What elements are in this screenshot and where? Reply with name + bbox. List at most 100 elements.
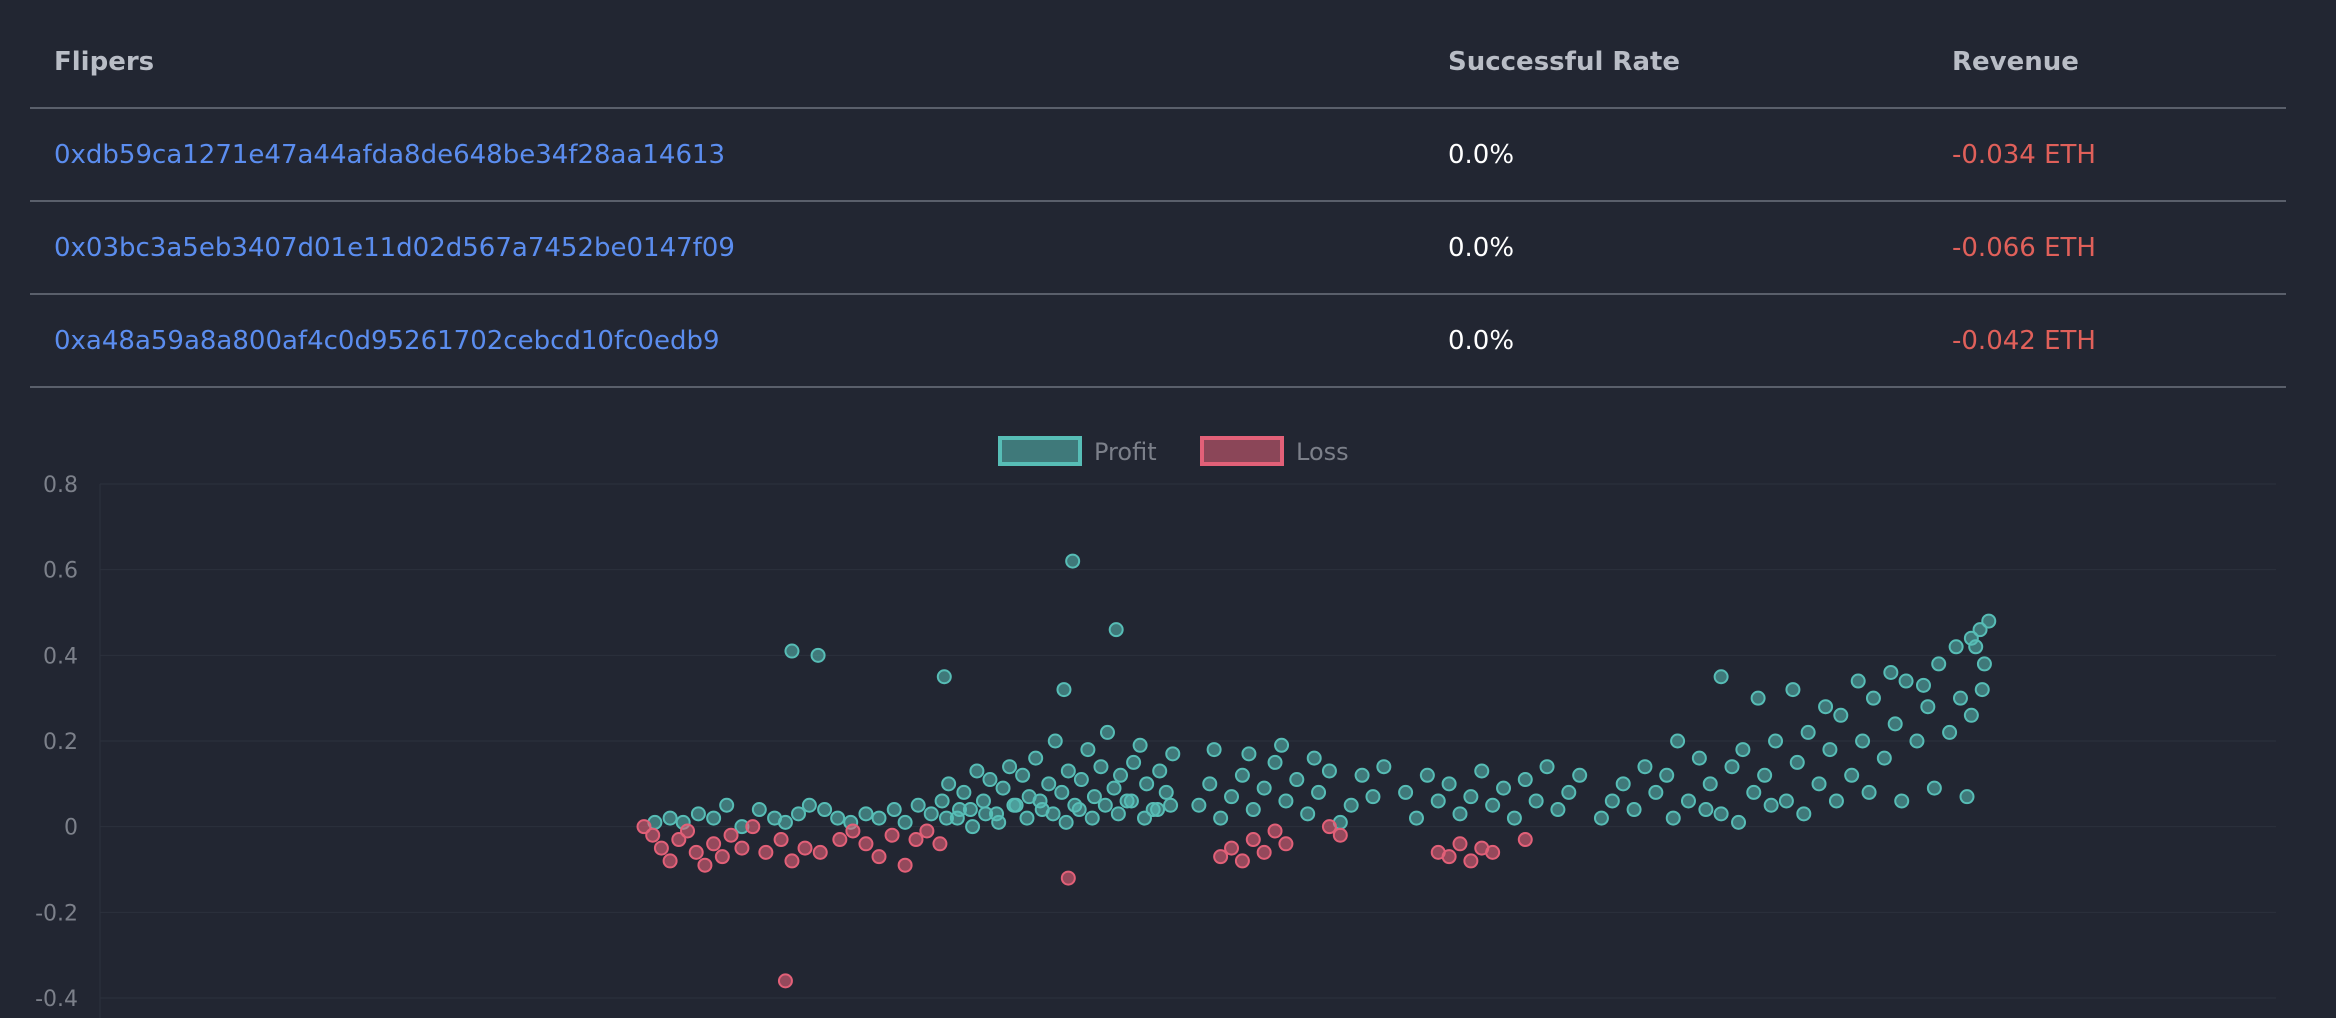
loss-point[interactable]	[1485, 844, 1501, 860]
profit-point[interactable]	[1698, 802, 1714, 818]
loss-point[interactable]	[723, 827, 739, 843]
profit-point[interactable]	[1942, 724, 1958, 740]
profit-point[interactable]	[817, 802, 833, 818]
profit-point[interactable]	[751, 802, 767, 818]
profit-point[interactable]	[886, 802, 902, 818]
loss-point[interactable]	[1234, 853, 1250, 869]
profit-point[interactable]	[1343, 797, 1359, 813]
loss-point[interactable]	[734, 840, 750, 856]
profit-point[interactable]	[1976, 656, 1992, 672]
profit-point[interactable]	[777, 814, 793, 830]
profit-point[interactable]	[1763, 797, 1779, 813]
loss-point[interactable]	[688, 844, 704, 860]
loss-point[interactable]	[932, 836, 948, 852]
profit-point[interactable]	[1376, 759, 1392, 775]
profit-point[interactable]	[1321, 763, 1337, 779]
profit-point[interactable]	[1876, 750, 1892, 766]
profit-point[interactable]	[1073, 772, 1089, 788]
profit-point[interactable]	[1615, 776, 1631, 792]
profit-point[interactable]	[1152, 763, 1168, 779]
profit-point[interactable]	[1485, 797, 1501, 813]
profit-point[interactable]	[1691, 750, 1707, 766]
profit-point[interactable]	[1224, 789, 1240, 805]
profit-point[interactable]	[1818, 699, 1834, 715]
profit-point[interactable]	[936, 669, 952, 685]
profit-point[interactable]	[1071, 802, 1087, 818]
loss-point[interactable]	[1267, 823, 1283, 839]
profit-point[interactable]	[1206, 742, 1222, 758]
profit-point[interactable]	[871, 810, 887, 826]
profit-point[interactable]	[1108, 622, 1124, 638]
profit-point[interactable]	[923, 806, 939, 822]
loss-point[interactable]	[653, 840, 669, 856]
profit-point[interactable]	[1245, 802, 1261, 818]
loss-point[interactable]	[1517, 832, 1533, 848]
profit-point[interactable]	[662, 810, 678, 826]
profit-point[interactable]	[1136, 810, 1152, 826]
profit-point[interactable]	[1833, 707, 1849, 723]
profit-point[interactable]	[1080, 742, 1096, 758]
profit-point[interactable]	[1028, 750, 1044, 766]
loss-point[interactable]	[1278, 836, 1294, 852]
loss-point[interactable]	[1256, 844, 1272, 860]
profit-point[interactable]	[1665, 810, 1681, 826]
profit-point[interactable]	[719, 797, 735, 813]
profit-point[interactable]	[1909, 733, 1925, 749]
loss-point[interactable]	[797, 840, 813, 856]
profit-point[interactable]	[706, 810, 722, 826]
profit-point[interactable]	[1550, 802, 1566, 818]
profit-point[interactable]	[897, 814, 913, 830]
profit-point[interactable]	[1213, 810, 1229, 826]
loss-point[interactable]	[745, 819, 761, 835]
profit-point[interactable]	[982, 772, 998, 788]
loss-point[interactable]	[1441, 849, 1457, 865]
profit-point[interactable]	[1398, 784, 1414, 800]
profit-point[interactable]	[1234, 767, 1250, 783]
profit-point[interactable]	[1735, 742, 1751, 758]
profit-point[interactable]	[1670, 733, 1686, 749]
flipper-address-link[interactable]: 0xdb59ca1271e47a44afda8de648be34f28aa146…	[54, 140, 725, 170]
profit-point[interactable]	[1452, 806, 1468, 822]
profit-point[interactable]	[1861, 784, 1877, 800]
profit-point[interactable]	[1920, 699, 1936, 715]
profit-point[interactable]	[1593, 810, 1609, 826]
profit-point[interactable]	[1202, 776, 1218, 792]
profit-point[interactable]	[1002, 759, 1018, 775]
profit-point[interactable]	[1844, 767, 1860, 783]
loss-point[interactable]	[662, 853, 678, 869]
profit-point[interactable]	[1572, 767, 1588, 783]
profit-point[interactable]	[1959, 789, 1975, 805]
profit-point[interactable]	[1058, 814, 1074, 830]
profit-point[interactable]	[1047, 733, 1063, 749]
profit-point[interactable]	[941, 776, 957, 792]
profit-point[interactable]	[1528, 793, 1544, 809]
profit-point[interactable]	[830, 810, 846, 826]
profit-point[interactable]	[1778, 793, 1794, 809]
profit-point[interactable]	[1604, 793, 1620, 809]
loss-point[interactable]	[1224, 840, 1240, 856]
profit-point[interactable]	[991, 814, 1007, 830]
loss-point[interactable]	[758, 844, 774, 860]
profit-point[interactable]	[1898, 673, 1914, 689]
profit-point[interactable]	[1887, 716, 1903, 732]
loss-point[interactable]	[697, 857, 713, 873]
profit-point[interactable]	[1267, 754, 1283, 770]
loss-point[interactable]	[706, 836, 722, 852]
loss-point[interactable]	[777, 973, 793, 989]
profit-point[interactable]	[1430, 793, 1446, 809]
profit-point[interactable]	[1750, 690, 1766, 706]
profit-point[interactable]	[1056, 682, 1072, 698]
profit-point[interactable]	[1626, 802, 1642, 818]
loss-point[interactable]	[645, 827, 661, 843]
profit-point[interactable]	[1731, 814, 1747, 830]
legend-label-loss[interactable]: Loss	[1296, 438, 1349, 466]
profit-point[interactable]	[1648, 784, 1664, 800]
profit-point[interactable]	[1278, 793, 1294, 809]
legend-swatch-profit[interactable]	[998, 436, 1082, 466]
profit-point[interactable]	[1065, 553, 1081, 569]
profit-point[interactable]	[1060, 763, 1076, 779]
profit-point[interactable]	[1054, 784, 1070, 800]
profit-point[interactable]	[1822, 742, 1838, 758]
profit-point[interactable]	[1785, 682, 1801, 698]
profit-point[interactable]	[1132, 737, 1148, 753]
